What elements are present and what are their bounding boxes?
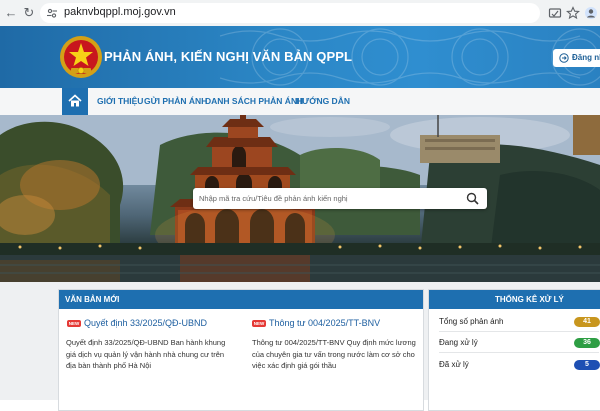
stat-row-processing[interactable]: Đang xử lý 36: [439, 336, 600, 350]
reload-icon[interactable]: ↻: [22, 6, 36, 20]
bookmark-star-icon[interactable]: [566, 6, 580, 20]
profile-icon[interactable]: [584, 6, 598, 20]
divider: [439, 352, 599, 353]
new-badge: NEW: [252, 320, 266, 327]
stat-count-badge: 41: [574, 317, 600, 327]
document-description: Quyết định 33/2025/QĐ-UBND Ban hành khun…: [66, 337, 236, 372]
description-line: của chuyên gia tư vấn trong nước làm cơ …: [252, 349, 415, 359]
national-emblem-logo[interactable]: [59, 35, 103, 79]
description-line: giá dịch vụ quản lý vận hành nhà chung c…: [66, 349, 225, 359]
nav-item-feedback-list[interactable]: DANH SÁCH PHẢN ÁNH: [205, 96, 303, 106]
stat-row-total[interactable]: Tổng số phản ánh 41: [439, 315, 600, 329]
document-title[interactable]: Thông tư 004/2025/TT-BNV: [269, 318, 380, 328]
search-input[interactable]: [199, 192, 461, 205]
login-label: Đăng nh: [572, 53, 600, 62]
browser-toolbar: ← ↻ paknvbqppl.moj.gov.vn: [0, 0, 600, 27]
stat-count-badge: 5: [574, 360, 600, 370]
new-documents-header: VĂN BẢN MỚI: [59, 290, 423, 309]
login-button[interactable]: Đăng nh: [553, 49, 600, 67]
statistics-heading: THỐNG KÊ XỬ LÝ: [495, 295, 564, 304]
stat-row-processed[interactable]: Đã xử lý 5: [439, 358, 600, 372]
site-info-icon[interactable]: [46, 7, 58, 19]
stat-label: Tổng số phản ánh: [439, 317, 504, 326]
description-line: Thông tư 004/2025/TT-BNV Quy định mức lư…: [252, 338, 416, 347]
description-line: Quyết định 33/2025/QĐ-UBND Ban hành khun…: [66, 338, 226, 347]
nav-item-guide[interactable]: HƯỚNG DẪN: [296, 96, 350, 106]
document-description: Thông tư 004/2025/TT-BNV Quy định mức lư…: [252, 337, 422, 372]
url-text[interactable]: paknvbqppl.moj.gov.vn: [64, 6, 176, 18]
site-title: PHẢN ÁNH, KIẾN NGHỊ VĂN BẢN QPPL: [104, 49, 353, 64]
new-documents-panel: VĂN BẢN MỚI NEW Quyết định 33/2025/QĐ-UB…: [58, 289, 424, 411]
back-icon[interactable]: ←: [4, 6, 18, 20]
site-header: PHẢN ÁNH, KIẾN NGHỊ VĂN BẢN QPPL Đăng nh: [0, 26, 600, 88]
document-title[interactable]: Quyết định 33/2025/QĐ-UBND: [84, 318, 207, 328]
divider: [439, 331, 599, 332]
new-documents-heading: VĂN BẢN MỚI: [65, 295, 120, 304]
login-icon: [559, 53, 569, 63]
description-line: việc xác định giá gói thầu: [252, 361, 337, 370]
stat-label: Đang xử lý: [439, 338, 478, 347]
nav-item-submit-feedback[interactable]: GỬI PHẢN ÁNH: [144, 96, 207, 106]
statistics-panel: THỐNG KÊ XỬ LÝ: [428, 289, 600, 411]
search-box: [193, 188, 487, 209]
search-icon[interactable]: [466, 192, 479, 205]
stat-count-badge: 36: [574, 338, 600, 348]
stat-label: Đã xử lý: [439, 360, 469, 369]
home-icon: [68, 94, 82, 107]
cast-icon[interactable]: [548, 6, 562, 20]
home-button[interactable]: [62, 88, 88, 115]
description-line: địa bàn thành phố Hà Nội: [66, 361, 152, 370]
new-badge: NEW: [67, 320, 81, 327]
address-bar[interactable]: paknvbqppl.moj.gov.vn: [40, 3, 540, 23]
statistics-header: THỐNG KÊ XỬ LÝ: [429, 290, 600, 309]
nav-item-introduction[interactable]: GIỚI THIỆU: [97, 96, 143, 106]
